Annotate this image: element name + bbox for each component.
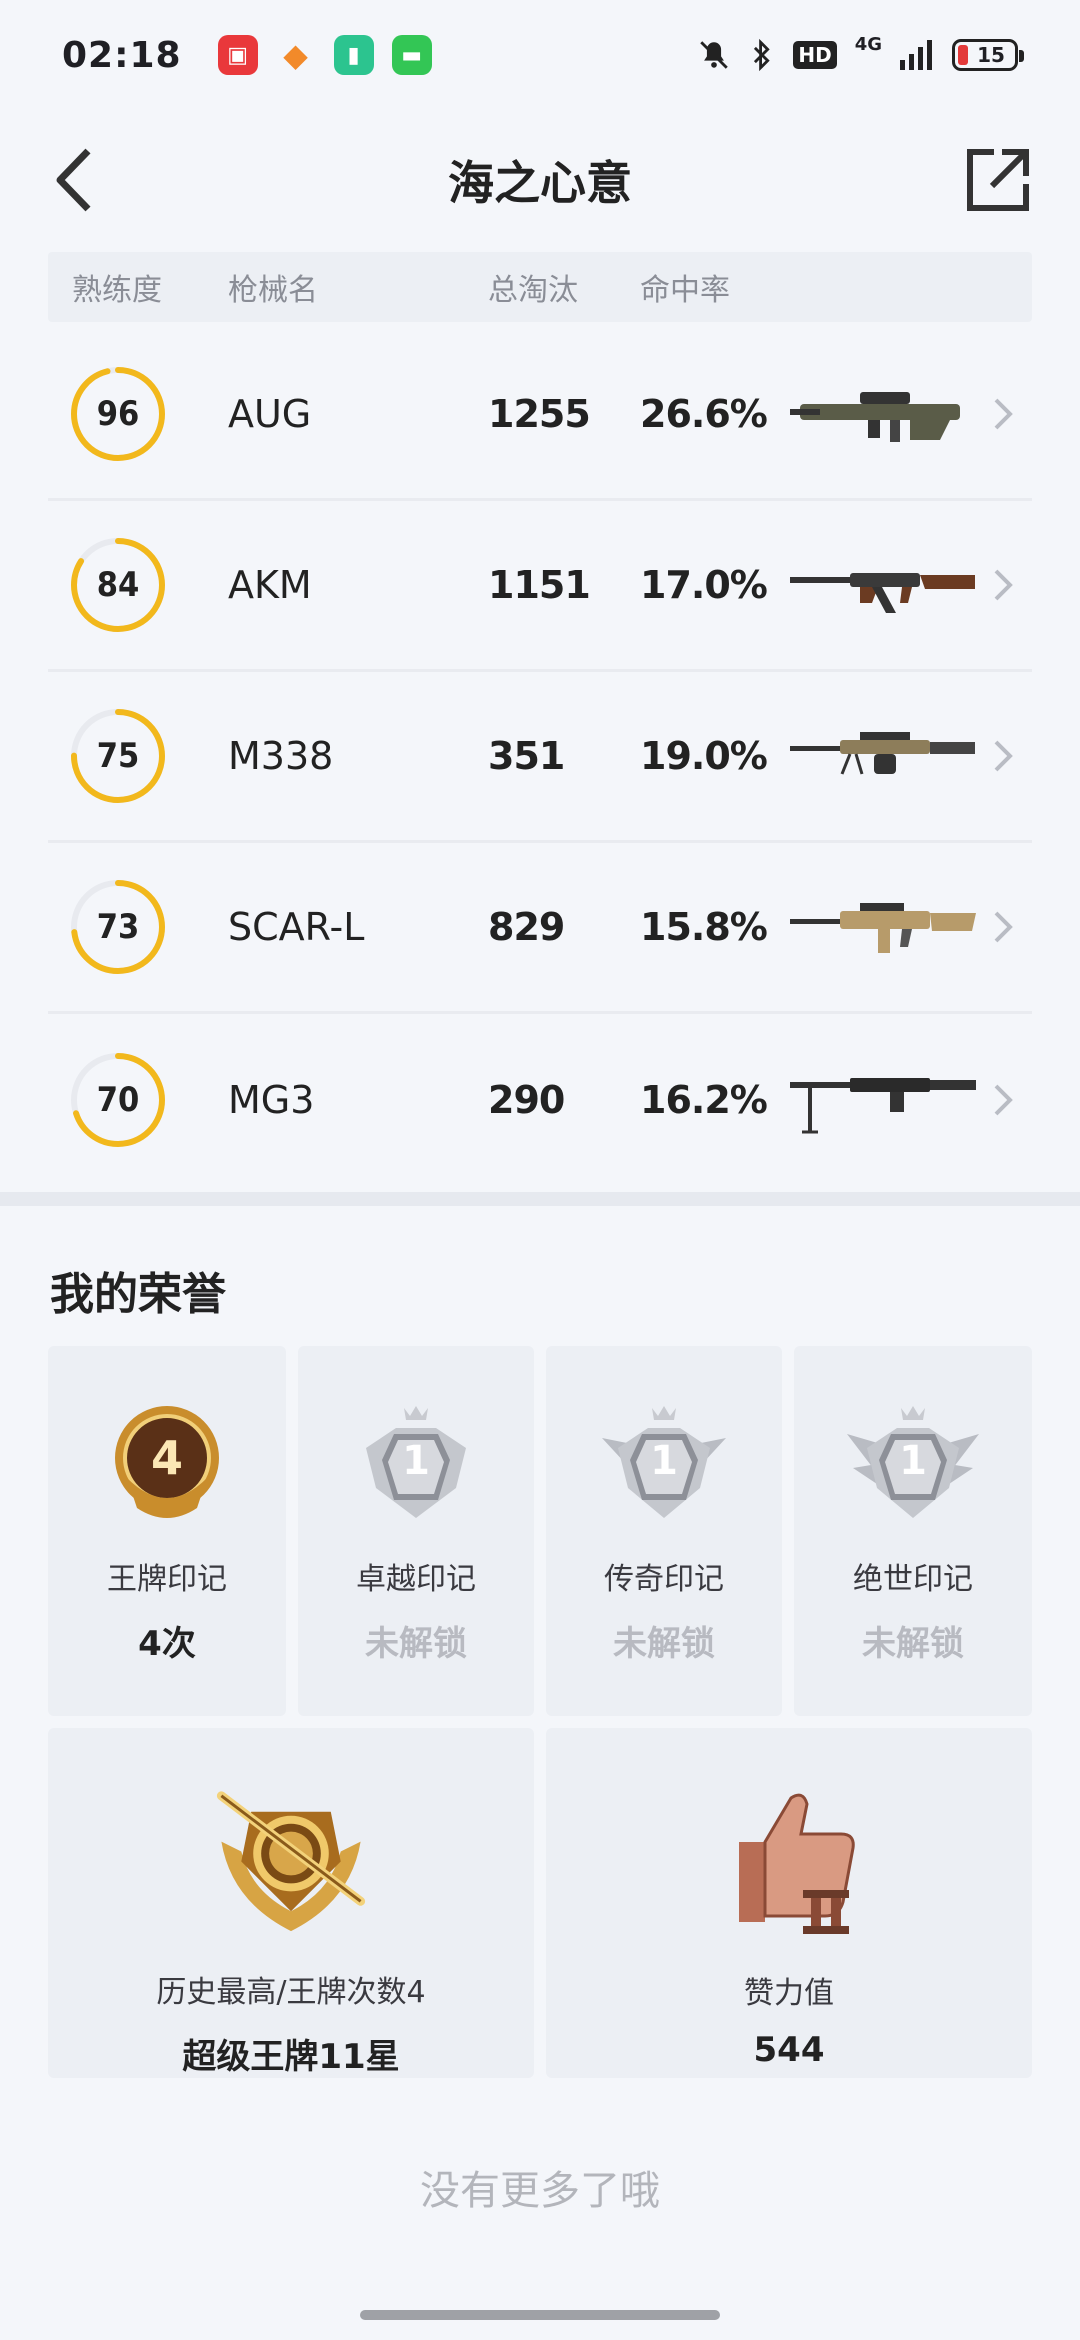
proficiency-value: 84: [96, 565, 140, 605]
proficiency-value: 75: [96, 736, 140, 776]
section-divider: [0, 1192, 1080, 1206]
chevron-right-icon: [994, 569, 1013, 601]
gun-kills: 290: [488, 1077, 565, 1122]
gun-accuracy: 15.8%: [640, 905, 768, 949]
mark-value: 未解锁: [613, 1624, 715, 1664]
message-app-icon: ▬: [391, 35, 432, 75]
best-rank-value: 超级王牌11星: [182, 2037, 400, 2077]
legend-badge-number: 1: [650, 1438, 678, 1484]
best-rank-label: 历史最高/王牌次数4: [156, 1975, 426, 2010]
mark-label: 绝世印记: [853, 1562, 973, 1597]
proficiency-ring: 75: [70, 708, 166, 804]
proficiency-value: 70: [96, 1079, 140, 1120]
gun-name: AUG: [228, 392, 312, 436]
honor-card-excellence-mark[interactable]: 1 卓越印记 未解锁: [298, 1346, 534, 1716]
gun-name: SCAR-L: [228, 905, 365, 949]
proficiency-ring: 96: [70, 366, 166, 462]
signal-icon: [900, 40, 932, 70]
status-right: HD 4G 15: [697, 34, 1024, 72]
ace-badge-number: 4: [151, 1431, 183, 1485]
honor-card-ace-mark[interactable]: 4 王牌印记 4次: [48, 1346, 286, 1716]
weapon-row[interactable]: 73 SCAR-L 829 15.8%: [48, 843, 1032, 1014]
gun-kills: 351: [488, 734, 565, 778]
home-indicator[interactable]: [360, 2310, 720, 2320]
honor-card-likes[interactable]: 赞力值 544: [546, 1728, 1032, 2078]
super-ace-rank-badge-icon: [216, 1791, 366, 1932]
battery-level: 15: [977, 43, 1005, 67]
mg3-gun-icon: [790, 1077, 976, 1133]
proficiency-ring: 73: [70, 879, 166, 975]
honor-card-best-rank[interactable]: 历史最高/王牌次数4 超级王牌11星: [48, 1728, 534, 2078]
gun-accuracy: 17.0%: [640, 563, 768, 607]
status-bar: 02:18 ▣ ◆ ▮ ▬ HD 4G 15: [0, 0, 1080, 110]
thumbs-up-trophy-icon: [739, 1793, 855, 1934]
column-accuracy: 命中率: [640, 273, 730, 308]
weapon-table-header: 熟练度 枪械名 总淘汰 命中率: [48, 252, 1032, 322]
gun-kills: 829: [488, 905, 565, 949]
weapon-row[interactable]: 96 AUG 1255 26.6%: [48, 330, 1032, 501]
mark-label: 传奇印记: [604, 1562, 724, 1597]
notification-icons: ▣ ◆ ▮ ▬: [217, 35, 432, 75]
page-title: 海之心意: [448, 156, 632, 210]
akm-rifle-icon: [790, 573, 975, 613]
m338-rifle-icon: [790, 732, 975, 775]
mute-bell-icon: [700, 41, 729, 69]
likes-label: 赞力值: [744, 1976, 834, 2011]
mark-value: 4次: [138, 1624, 196, 1664]
gun-kills: 1151: [488, 563, 591, 607]
aug-rifle-icon: [790, 392, 960, 442]
chevron-right-icon: [994, 911, 1013, 943]
gun-name: AKM: [228, 563, 312, 607]
peerless-badge-number: 1: [899, 1438, 927, 1484]
gun-accuracy: 26.6%: [640, 392, 768, 436]
ace-mark-badge-icon: 4: [115, 1406, 219, 1518]
game-notification-icon: ◆: [283, 36, 308, 74]
weapon-row[interactable]: 70 MG3 290 16.2%: [48, 1014, 1032, 1185]
chevron-right-icon: [994, 398, 1013, 430]
peerless-mark-badge-icon: 1: [847, 1406, 979, 1518]
gun-name: M338: [228, 734, 334, 778]
end-of-list-text: 没有更多了哦: [420, 2168, 660, 2214]
hd-badge: HD: [793, 41, 837, 69]
weapon-row[interactable]: 75 M338 351 19.0%: [48, 672, 1032, 843]
proficiency-value: 73: [96, 907, 140, 947]
gun-kills: 1255: [488, 392, 591, 436]
share-button[interactable]: [962, 144, 1034, 216]
back-arrow-icon: [56, 148, 91, 212]
honor-card-legend-mark[interactable]: 1 传奇印记 未解锁: [546, 1346, 782, 1716]
battery-app-icon: ▮: [333, 35, 374, 75]
gun-accuracy: 19.0%: [640, 734, 768, 778]
chevron-right-icon: [994, 1084, 1013, 1115]
legend-mark-badge-icon: 1: [602, 1406, 726, 1518]
status-time: 02:18: [62, 34, 182, 76]
excellence-badge-number: 1: [402, 1438, 430, 1484]
honor-card-peerless-mark[interactable]: 1 绝世印记 未解锁: [794, 1346, 1032, 1716]
mark-value: 未解锁: [365, 1624, 467, 1664]
weapon-list: 96 AUG 1255 26.6% 84 AKM 1151 17.0% 75 M…: [48, 330, 1032, 1185]
scarl-rifle-icon: [790, 903, 976, 953]
mark-label: 卓越印记: [356, 1562, 476, 1597]
app-notification-icon: ▣: [217, 35, 258, 75]
likes-value: 544: [753, 2030, 825, 2070]
back-button[interactable]: [44, 140, 104, 220]
proficiency-ring: 84: [70, 537, 166, 633]
weapon-row[interactable]: 84 AKM 1151 17.0%: [48, 501, 1032, 672]
proficiency-ring: 70: [70, 1052, 166, 1148]
gun-accuracy: 16.2%: [640, 1077, 768, 1122]
proficiency-value: 96: [96, 394, 140, 434]
column-gun-name: 枪械名: [228, 273, 318, 308]
chevron-right-icon: [994, 740, 1013, 772]
gun-name: MG3: [228, 1077, 315, 1122]
column-proficiency: 熟练度: [72, 273, 162, 308]
mark-label: 王牌印记: [107, 1562, 227, 1597]
bluetooth-icon: [754, 38, 771, 72]
network-label: 4G: [854, 34, 882, 55]
share-icon: [967, 149, 1029, 211]
honors-title: 我的荣誉: [50, 1269, 226, 1320]
excellence-mark-badge-icon: 1: [366, 1406, 466, 1518]
column-kills: 总淘汰: [488, 273, 578, 308]
page-header: 海之心意: [0, 110, 1080, 250]
mark-value: 未解锁: [862, 1624, 964, 1664]
battery-icon: 15: [952, 39, 1024, 71]
